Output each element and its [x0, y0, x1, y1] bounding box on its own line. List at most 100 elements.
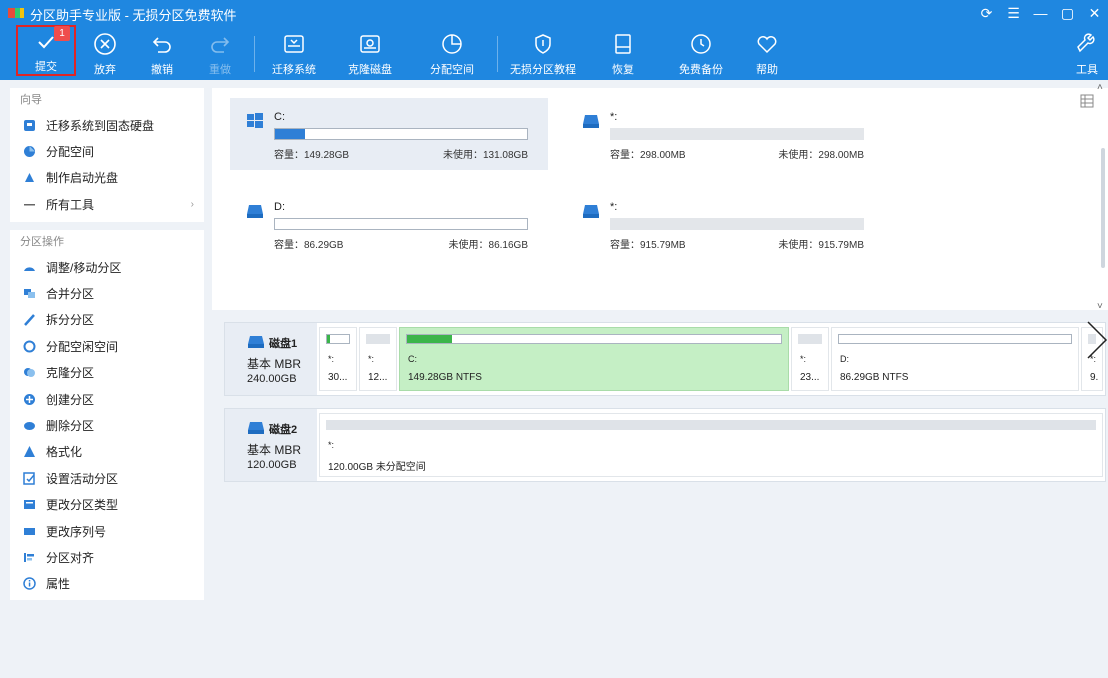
sidebar-item-all-tools[interactable]: 所有工具 ›: [10, 191, 204, 217]
sidebar-item-label: 设置活动分区: [46, 471, 119, 486]
drive-icon: [583, 205, 599, 218]
sidebar-item-label: 更改序列号: [46, 524, 107, 539]
sidebar-item-change-serial[interactable]: 更改序列号: [10, 518, 204, 544]
card-panel-scrollbar[interactable]: ˄ ˅: [1097, 82, 1106, 312]
migrate-system-button[interactable]: 迁移系统: [263, 28, 325, 78]
disk-header[interactable]: 磁盘1 基本 MBR 240.00GB: [225, 323, 317, 395]
sidebar-item-change-type[interactable]: 更改分区类型: [10, 492, 204, 518]
chevron-right-icon[interactable]: [1086, 320, 1108, 360]
disk-header[interactable]: 磁盘2 基本 MBR 120.00GB: [225, 409, 317, 481]
chevron-right-icon: ›: [190, 198, 194, 210]
unallocated-partition-block[interactable]: *: 120.00GB 未分配空间: [319, 413, 1103, 477]
restore-label: 恢复: [612, 64, 634, 76]
sidebar-item-delete-partition[interactable]: 删除分区: [10, 412, 204, 438]
all-tools-icon: [22, 197, 36, 211]
migrate-icon: [22, 118, 36, 132]
apply-button[interactable]: 1 提交: [16, 25, 76, 76]
tutorial-button[interactable]: 无损分区教程: [510, 28, 576, 78]
shield-icon: [529, 30, 557, 58]
sidebar-item-clone-partition[interactable]: 克隆分区: [10, 360, 204, 386]
migrate-system-label: 迁移系统: [272, 64, 316, 76]
sidebar-item-properties[interactable]: 属性: [10, 571, 204, 597]
minimize-icon[interactable]: —: [1027, 0, 1054, 26]
partition-free: 未使用：86.16GB: [448, 240, 528, 251]
disk-size: 240.00GB: [247, 373, 297, 385]
usage-bar-fill: [327, 335, 331, 343]
maximize-icon[interactable]: ▢: [1054, 0, 1081, 26]
refresh-icon[interactable]: ⟳: [973, 0, 1000, 26]
partition-info: 120.00GB 未分配空间: [328, 462, 426, 473]
format-icon: [22, 445, 36, 459]
drive-icon: [247, 205, 263, 218]
partition-block-d[interactable]: D: 86.29GB NTFS: [831, 327, 1079, 391]
sidebar-item-create-partition[interactable]: 创建分区: [10, 386, 204, 412]
type-icon: [22, 498, 36, 512]
disk-row-1[interactable]: 磁盘1 基本 MBR 240.00GB *: 30... *: 12... C:…: [224, 322, 1106, 396]
restore-button[interactable]: 恢复: [592, 28, 654, 78]
partition-card-hidden-2[interactable]: *: 容量：915.79MB 未使用：915.79MB: [566, 188, 884, 260]
partition-card-panel: C: 容量：149.28GB 未使用：131.08GB *: 容量：298.00…: [212, 82, 1108, 312]
redo-button[interactable]: 重做: [189, 28, 251, 78]
partition-card-d[interactable]: D: 容量：86.29GB 未使用：86.16GB: [230, 188, 548, 260]
partition-info: 86.29GB NTFS: [840, 372, 909, 383]
menu-icon[interactable]: ☰: [1000, 0, 1027, 26]
sidebar-item-label: 迁移系统到固态硬盘: [46, 118, 155, 133]
partition-name: D:: [274, 201, 285, 213]
sidebar-item-boot-disk[interactable]: 制作启动光盘: [10, 165, 204, 191]
partition-name: *:: [368, 354, 375, 364]
cancel-icon: [91, 30, 119, 58]
partition-free: 未使用：298.00MB: [778, 150, 864, 161]
tools-button[interactable]: 工具: [1058, 28, 1108, 78]
discard-button[interactable]: 放弃: [74, 28, 136, 78]
help-button[interactable]: 帮助: [736, 28, 798, 78]
clone-disk-label: 克隆磁盘: [348, 64, 392, 76]
partition-name: *:: [610, 201, 618, 213]
discard-label: 放弃: [94, 64, 116, 76]
partition-info: 149.28GB NTFS: [408, 372, 482, 383]
view-mode-icon[interactable]: [1080, 94, 1094, 108]
disk-size: 120.00GB: [247, 459, 297, 471]
sidebar-item-allocate-space[interactable]: 分配空间: [10, 138, 204, 164]
sidebar-item-label: 拆分分区: [46, 313, 95, 328]
partition-card-c[interactable]: C: 容量：149.28GB 未使用：131.08GB: [230, 98, 548, 170]
partition-card-hidden-1[interactable]: *: 容量：298.00MB 未使用：298.00MB: [566, 98, 884, 170]
sidebar-item-label: 格式化: [46, 445, 83, 460]
sidebar-item-migrate-ssd[interactable]: 迁移系统到固态硬盘: [10, 112, 204, 138]
free-backup-button[interactable]: 免费备份: [670, 28, 732, 78]
sidebar-item-allocate-free-space[interactable]: 分配空闲空间: [10, 333, 204, 359]
sidebar-item-split-partition[interactable]: 拆分分区: [10, 307, 204, 333]
scroll-down-icon[interactable]: ˅: [1097, 301, 1103, 312]
disk-icon: [248, 336, 264, 348]
sidebar-item-resize-partition[interactable]: 调整/移动分区: [10, 254, 204, 280]
disk-type: 基本 MBR: [247, 443, 302, 457]
disk-type: 基本 MBR: [247, 357, 302, 371]
partition-block[interactable]: *: 12...: [359, 327, 397, 391]
usage-bar: [326, 420, 1096, 430]
disk-row-2[interactable]: 磁盘2 基本 MBR 120.00GB *: 120.00GB 未分配空间: [224, 408, 1106, 482]
scroll-up-icon[interactable]: ˄: [1097, 82, 1103, 93]
close-icon[interactable]: ✕: [1081, 0, 1108, 26]
allocate-space-icon: [438, 30, 466, 58]
sidebar-item-set-active[interactable]: 设置活动分区: [10, 465, 204, 491]
heart-icon: [753, 30, 781, 58]
clone-disk-button[interactable]: 克隆磁盘: [339, 28, 401, 78]
sidebar-item-label: 分配空间: [46, 145, 95, 160]
boot-disk-icon: [22, 171, 36, 185]
undo-button[interactable]: 撤销: [131, 28, 193, 78]
scrollbar-thumb[interactable]: [1101, 148, 1105, 268]
sidebar-item-format[interactable]: 格式化: [10, 439, 204, 465]
allocate-space-button[interactable]: 分配空间: [421, 28, 483, 78]
serial-icon: [22, 524, 36, 538]
allocate-icon: [22, 145, 36, 159]
sidebar-item-align-partition[interactable]: 分区对齐: [10, 544, 204, 570]
partition-name: *:: [610, 111, 618, 123]
partition-name: *:: [328, 440, 335, 450]
partition-name: C:: [274, 111, 285, 123]
sidebar-item-label: 更改分区类型: [46, 498, 119, 513]
sidebar-item-label: 分配空闲空间: [46, 339, 119, 354]
clone-disk-icon: [356, 30, 384, 58]
sidebar-item-merge-partition[interactable]: 合并分区: [10, 280, 204, 306]
partition-block-c-selected[interactable]: C: 149.28GB NTFS: [399, 327, 789, 391]
partition-block[interactable]: *: 30...: [319, 327, 357, 391]
partition-block[interactable]: *: 23...: [791, 327, 829, 391]
